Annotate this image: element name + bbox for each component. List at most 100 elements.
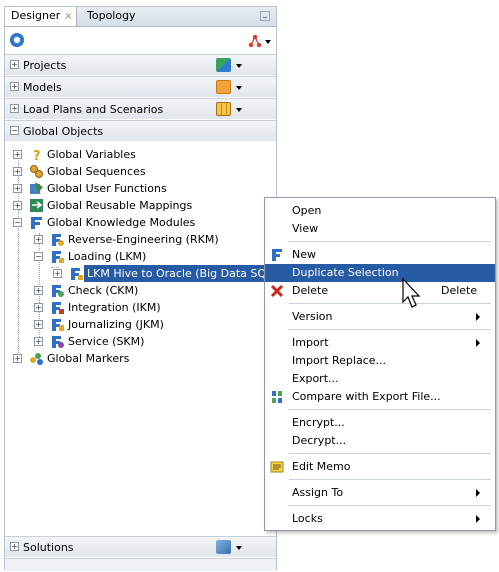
minimize-icon[interactable] [260,11,270,21]
expand-icon[interactable]: + [34,337,43,346]
chevron-down-icon[interactable] [236,86,242,90]
chevron-down-icon[interactable] [236,546,242,550]
menu-item-label: Delete [292,284,329,297]
chevron-right-icon [476,515,480,523]
section-global-objects[interactable]: − Global Objects [5,120,276,141]
section-load-plans[interactable]: + Load Plans and Scenarios [5,98,276,119]
chevron-down-icon[interactable] [236,64,242,68]
section-solutions[interactable]: + Solutions [5,536,276,557]
section-projects[interactable]: + Projects [5,54,276,75]
expand-icon[interactable]: + [13,150,22,159]
tree-item-label: Global Knowledge Modules [47,216,196,229]
menu-item-open[interactable]: Open [265,202,495,220]
menu-item-label: Export... [292,372,339,385]
tab-designer-label: Designer [11,9,61,22]
tree-connector [51,267,59,268]
rkm-icon [52,234,64,246]
section-projects-label: Projects [23,59,67,72]
expand-icon[interactable]: + [53,269,62,278]
function-icon [30,182,43,194]
menu-item-edit-memo[interactable]: Edit Memo [265,458,495,476]
load-plan-icon[interactable] [216,102,231,116]
expand-icon[interactable]: + [10,60,19,69]
ikm-icon [52,302,64,314]
expand-icon[interactable]: + [34,303,43,312]
expand-icon[interactable]: + [34,286,43,295]
tab-bar: Designer × Topology [5,7,276,27]
menu-item-compare-export[interactable]: Compare with Export File... [265,388,495,406]
menu-item-import[interactable]: Import [265,334,495,352]
memo-icon [270,461,284,473]
ckm-icon [52,285,64,297]
folder-icon[interactable] [216,80,231,94]
menu-separator [289,479,491,480]
project-menu-icon[interactable] [216,58,231,72]
expand-icon[interactable]: + [13,354,22,363]
expand-icon[interactable]: + [10,82,19,91]
expand-icon[interactable]: + [34,320,43,329]
menu-item-export[interactable]: Export... [265,370,495,388]
expand-icon[interactable]: + [13,184,22,193]
section-solutions-label: Solutions [23,541,74,554]
chevron-down-icon[interactable] [236,108,242,112]
section-models[interactable]: + Models [5,76,276,97]
tab-topology-label: Topology [87,9,136,22]
menu-item-version[interactable]: Version [265,308,495,326]
designer-navigator-panel: Designer × Topology + Projects + Models +… [4,6,280,571]
tree-item-label: Global Variables [47,148,136,161]
tree-item-label: LKM Hive to Oracle (Big Data SQL) [84,265,280,282]
close-icon[interactable]: × [64,11,72,22]
menu-item-encrypt[interactable]: Encrypt... [265,414,495,432]
sequence-gears-icon [30,165,43,178]
menu-separator [289,241,491,242]
tab-designer[interactable]: Designer × [5,7,77,26]
delete-x-icon [270,284,284,298]
tree-item-label: Service (SKM) [68,335,145,348]
tree-item-label: Loading (LKM) [68,250,147,263]
menu-item-locks[interactable]: Locks [265,510,495,528]
menu-item-import-replace[interactable]: Import Replace... [265,352,495,370]
menu-item-label: View [292,222,319,235]
menu-item-label: Import Replace... [292,354,387,367]
question-mark-icon: ? [33,149,41,162]
chevron-right-icon [476,489,480,497]
menu-item-assign-to[interactable]: Assign To [265,484,495,502]
collapse-icon[interactable]: − [13,218,22,227]
menu-item-decrypt[interactable]: Decrypt... [265,432,495,450]
menu-item-delete[interactable]: Delete Delete [265,282,495,300]
compare-icon [272,391,282,403]
knowledge-module-icon [272,249,282,261]
tree-item-label: Global User Functions [47,182,167,195]
skm-icon [52,336,64,348]
menu-separator [289,329,491,330]
refresh-icon[interactable] [10,33,24,47]
solution-icon[interactable] [216,540,231,554]
menu-item-label: Assign To [292,486,344,499]
menu-item-new[interactable]: New [265,246,495,264]
menu-item-label: Locks [292,512,323,525]
menu-item-view[interactable]: View [265,220,495,238]
menu-item-label: Duplicate Selection [292,266,399,279]
collapse-icon[interactable]: − [34,252,43,261]
panel-scrollbar[interactable] [5,558,276,571]
menu-item-duplicate-selection[interactable]: Duplicate Selection [265,264,495,282]
lkm-icon [52,251,64,263]
knowledge-module-icon [31,217,42,229]
context-menu: Open View New Duplicate Selection Delete… [264,197,496,531]
tree-item-label: Global Markers [47,352,130,365]
expand-icon[interactable]: + [10,542,19,551]
menu-item-label: Compare with Export File... [292,390,441,403]
expand-icon[interactable]: + [10,104,19,113]
menu-separator [289,409,491,410]
section-models-label: Models [23,81,62,94]
tab-topology[interactable]: Topology [81,7,142,26]
expand-icon[interactable]: + [13,201,22,210]
collapse-icon[interactable]: − [10,126,19,135]
menu-item-label: Open [292,204,322,217]
expand-icon[interactable]: + [34,235,43,244]
menu-item-label: Version [292,310,333,323]
menu-item-shortcut: Delete [441,284,478,297]
chevron-right-icon [476,313,480,321]
hierarchy-menu-icon[interactable] [248,33,272,49]
expand-icon[interactable]: + [13,167,22,176]
